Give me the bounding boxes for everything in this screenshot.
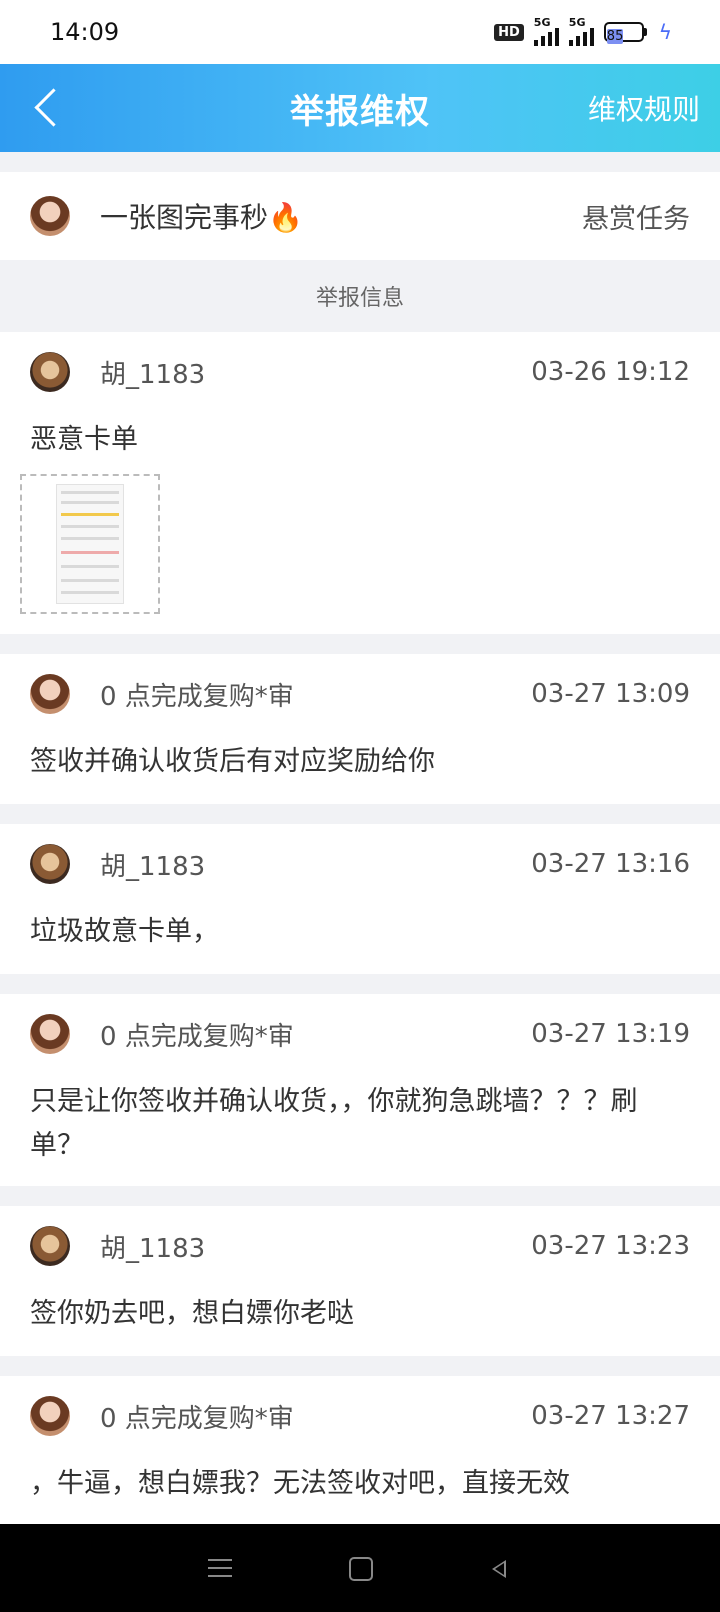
rules-link[interactable]: 维权规则 — [588, 88, 700, 128]
status-icons: HD 5G 5G 85 ϟ — [494, 16, 672, 46]
back-triangle-icon[interactable] — [480, 1548, 520, 1588]
task-type-tag: 悬赏任务 — [582, 203, 690, 235]
fire-icon: 🔥 — [268, 201, 303, 234]
message-time: 03-27 13:27 — [531, 1401, 690, 1431]
task-row[interactable]: 一张图完事秒🔥 悬赏任务 — [0, 172, 720, 260]
avatar — [30, 674, 70, 714]
message-card: 胡_1183 03-27 13:16 垃圾故意卡单， — [0, 824, 720, 974]
message-text: 恶意卡单 — [30, 424, 138, 455]
message-time: 03-27 13:19 — [531, 1019, 690, 1049]
message-time: 03-27 13:09 — [531, 679, 690, 709]
avatar — [30, 1226, 70, 1266]
message-text: 签你奶去吧，想白嫖你老哒 — [30, 1298, 354, 1329]
message-card: 胡_1183 03-26 19:12 恶意卡单 — [0, 332, 720, 634]
message-text: 垃圾故意卡单， — [30, 916, 219, 947]
message-user: 0 点完成复购*审 — [100, 1403, 294, 1434]
home-icon[interactable] — [340, 1548, 380, 1588]
avatar — [30, 196, 70, 236]
message-user: 0 点完成复购*审 — [100, 681, 294, 712]
nav-bar: 举报维权 维权规则 — [0, 64, 720, 152]
message-card: 胡_1183 03-27 13:23 签你奶去吧，想白嫖你老哒 — [0, 1206, 720, 1356]
signal-icon-1: 5G — [533, 16, 559, 46]
signal-icon-2: 5G — [568, 16, 594, 46]
avatar — [30, 352, 70, 392]
message-user: 胡_1183 — [100, 851, 206, 882]
status-bar: 14:09 HD 5G 5G 85 ϟ — [0, 0, 720, 64]
page-title: 举报维权 — [290, 91, 430, 132]
menu-icon[interactable] — [200, 1548, 240, 1588]
message-card: 0 点完成复购*审 03-27 13:27 ，牛逼，想白嫖我？无法签收对吧，直接… — [0, 1376, 720, 1524]
avatar — [30, 1014, 70, 1054]
message-user: 胡_1183 — [100, 359, 206, 390]
message-time: 03-26 19:12 — [531, 357, 690, 387]
evidence-image[interactable] — [20, 474, 160, 614]
avatar — [30, 844, 70, 884]
message-time: 03-27 13:23 — [531, 1231, 690, 1261]
message-time: 03-27 13:16 — [531, 849, 690, 879]
charging-icon: ϟ — [658, 20, 672, 44]
system-nav-bar — [0, 1524, 720, 1612]
message-card: 0 点完成复购*审 03-27 13:19 只是让你签收并确认收货，，你就狗急跳… — [0, 994, 720, 1186]
section-label: 举报信息 — [315, 286, 404, 311]
hd-icon: HD — [494, 23, 524, 41]
status-time: 14:09 — [50, 18, 120, 46]
message-user: 0 点完成复购*审 — [100, 1021, 294, 1052]
message-text: 只是让你签收并确认收货，，你就狗急跳墙？？？刷单？ — [30, 1086, 638, 1161]
message-user: 胡_1183 — [100, 1233, 206, 1264]
task-name: 一张图完事秒🔥 — [100, 201, 303, 234]
battery-icon: 85 — [603, 22, 647, 44]
message-text: 签收并确认收货后有对应奖励给你 — [30, 746, 435, 777]
avatar — [30, 1396, 70, 1436]
message-card: 0 点完成复购*审 03-27 13:09 签收并确认收货后有对应奖励给你 — [0, 654, 720, 804]
back-arrow-icon[interactable] — [28, 82, 68, 134]
message-text: ，牛逼，想白嫖我？无法签收对吧，直接无效 — [30, 1468, 570, 1499]
